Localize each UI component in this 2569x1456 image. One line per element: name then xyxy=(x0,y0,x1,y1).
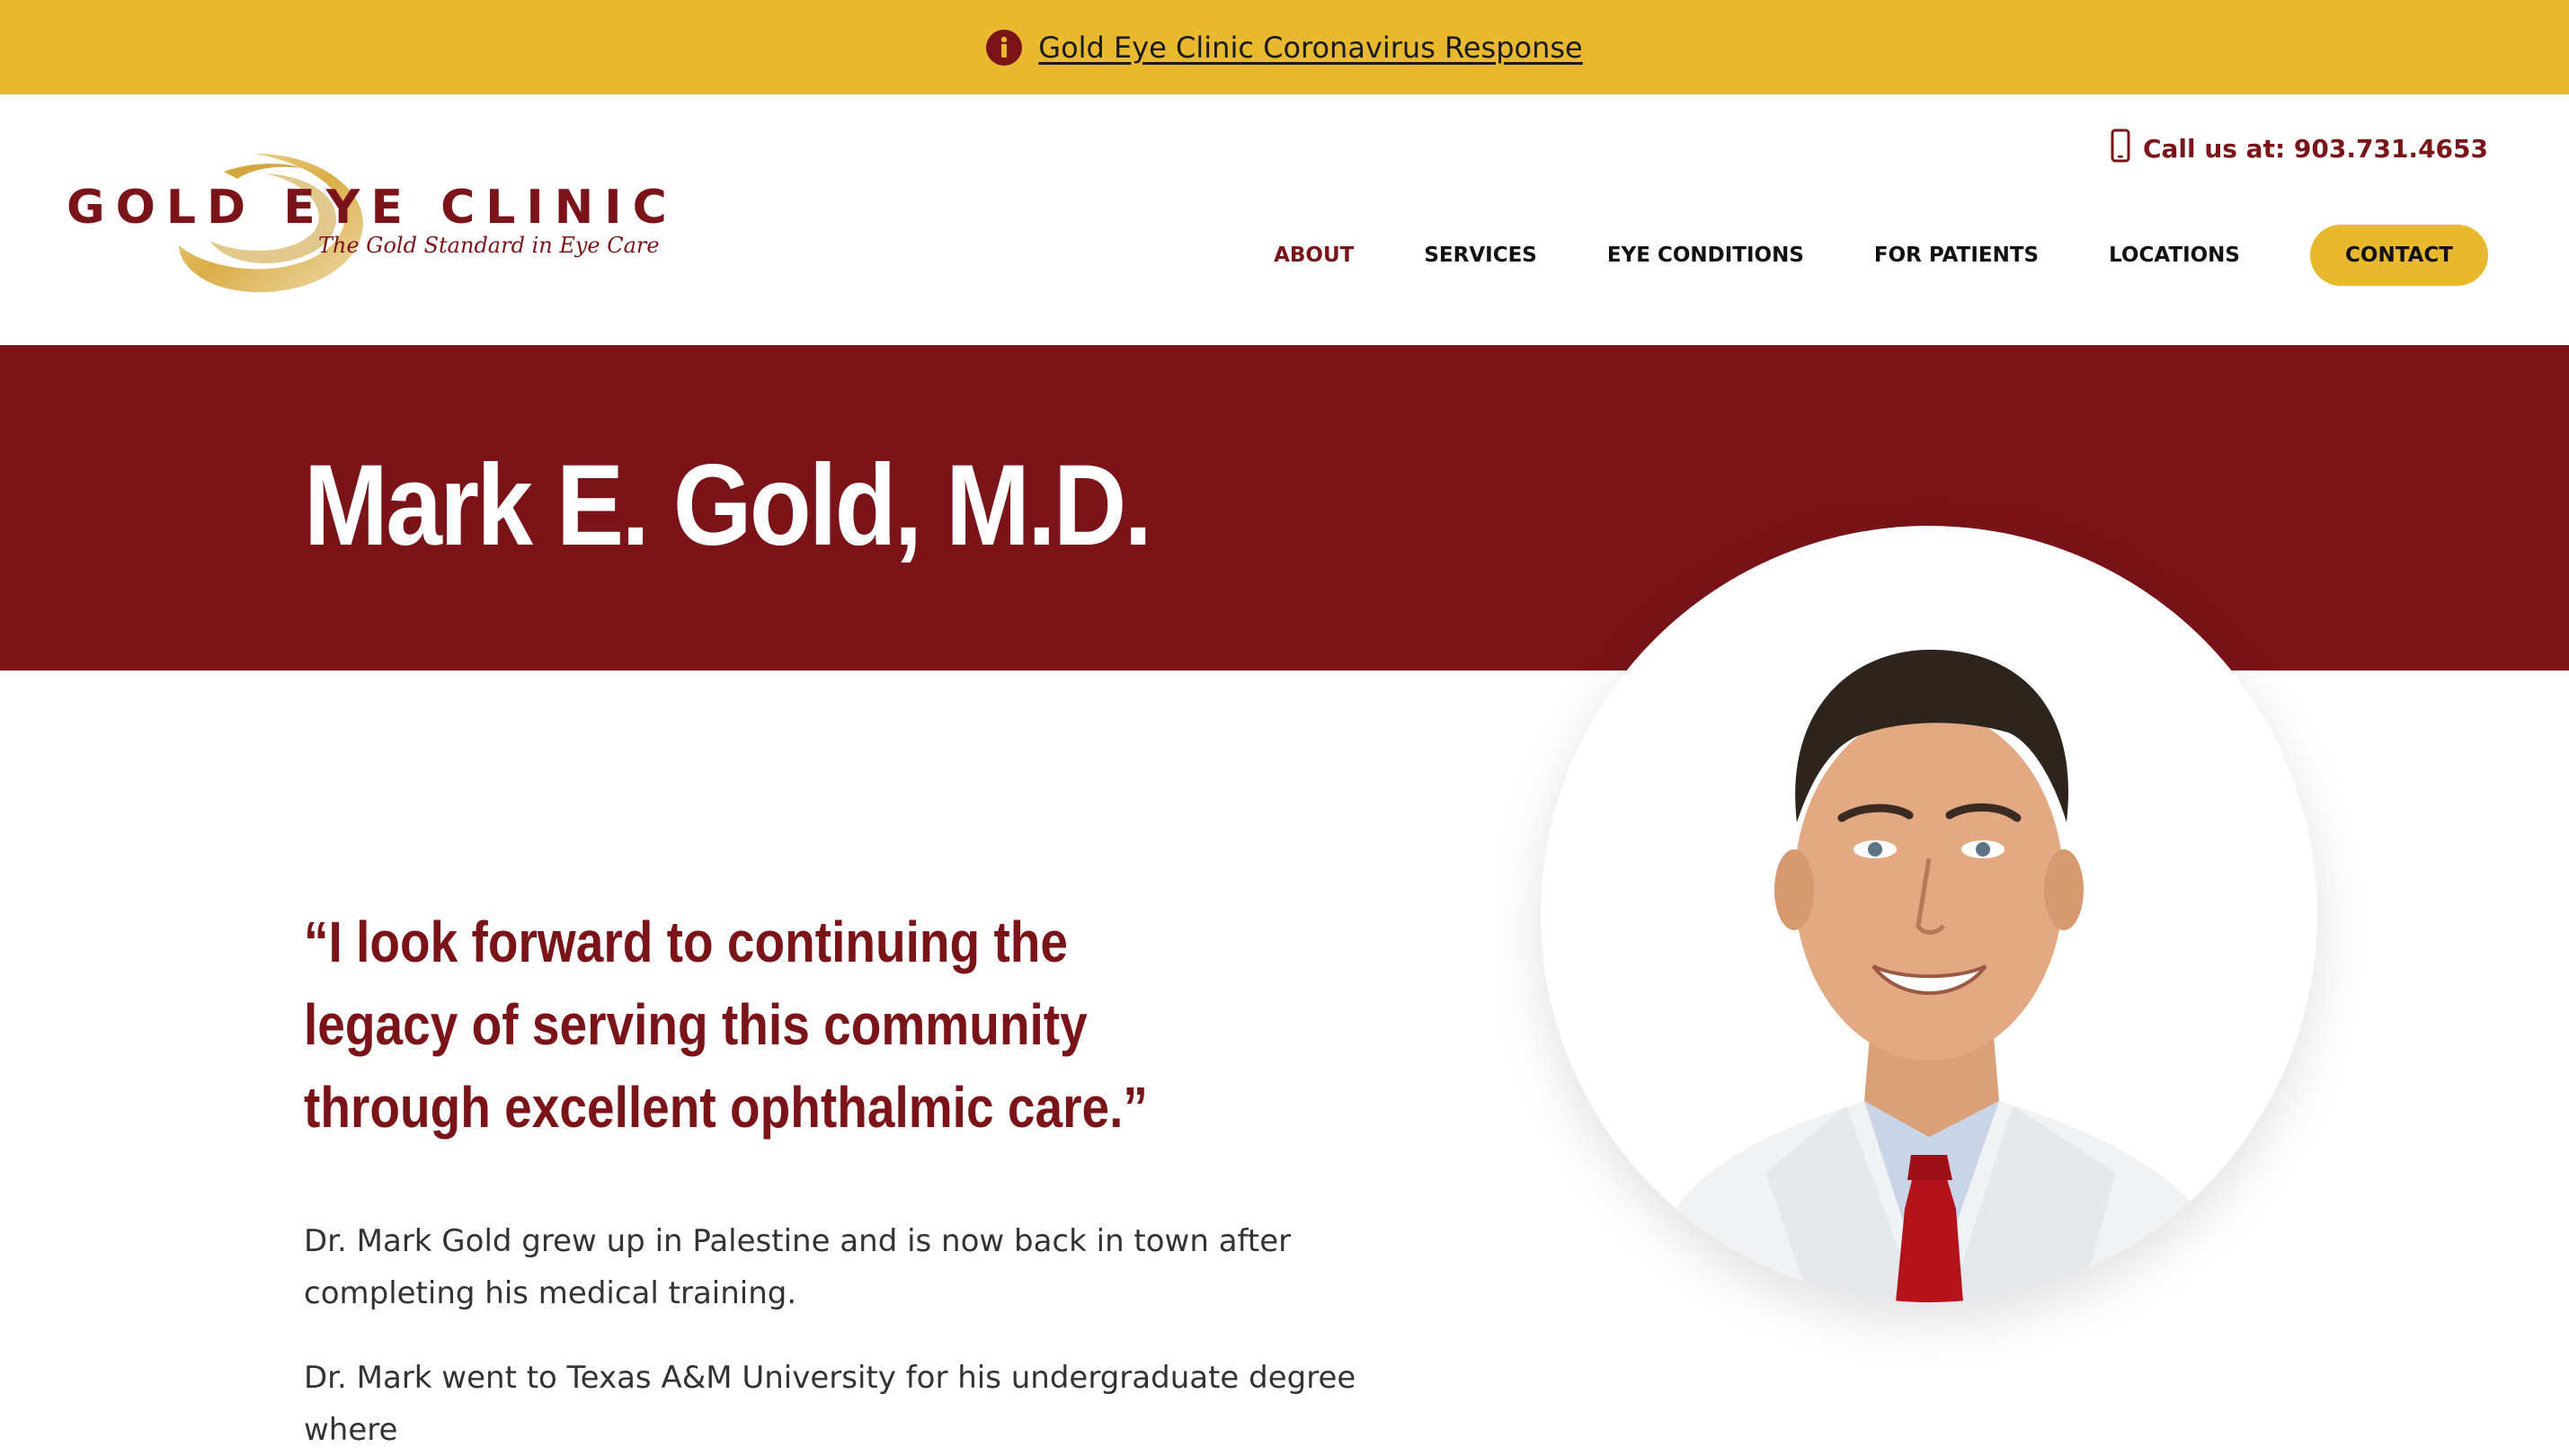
nav-item-about[interactable]: ABOUT xyxy=(1274,244,1354,267)
alert-content: Gold Eye Clinic Coronavirus Response xyxy=(986,29,1583,66)
bio-paragraph: Dr. Mark went to Texas A&M University fo… xyxy=(304,1360,1356,1448)
site-header: GOLD EYE CLINIC The Gold Standard in Eye… xyxy=(0,94,2569,345)
phone-contact[interactable]: Call us at: 903.731.4653 xyxy=(2111,129,2488,169)
info-icon xyxy=(986,29,1023,66)
nav-item-for-patients[interactable]: FOR PATIENTS xyxy=(1874,244,2039,267)
contact-button[interactable]: CONTACT xyxy=(2310,225,2488,286)
page-title: Mark E. Gold, M.D. xyxy=(304,441,1152,570)
coronavirus-response-link[interactable]: Gold Eye Clinic Coronavirus Response xyxy=(1038,31,1582,65)
gold-eye-clinic-logo[interactable]: GOLD EYE CLINIC The Gold Standard in Eye… xyxy=(67,146,667,299)
mobile-phone-icon xyxy=(2111,129,2130,169)
nav-item-eye-conditions[interactable]: EYE CONDITIONS xyxy=(1607,244,1804,267)
main-nav: ABOUT SERVICES EYE CONDITIONS FOR PATIEN… xyxy=(1274,225,2488,286)
phone-number[interactable]: Call us at: 903.731.4653 xyxy=(2143,134,2488,164)
nav-item-locations[interactable]: LOCATIONS xyxy=(2109,244,2240,267)
logo-wordmark: GOLD EYE CLINIC xyxy=(67,181,678,235)
logo-tagline: The Gold Standard in Eye Care xyxy=(318,233,660,258)
doctor-portrait xyxy=(1541,526,2317,1302)
doctor-quote: “I look forward to continuing the legacy… xyxy=(304,910,1148,1140)
nav-item-services[interactable]: SERVICES xyxy=(1424,244,1537,267)
alert-bar: Gold Eye Clinic Coronavirus Response xyxy=(0,0,2569,94)
bio-paragraph: Dr. Mark Gold grew up in Palestine and i… xyxy=(304,1223,1292,1311)
